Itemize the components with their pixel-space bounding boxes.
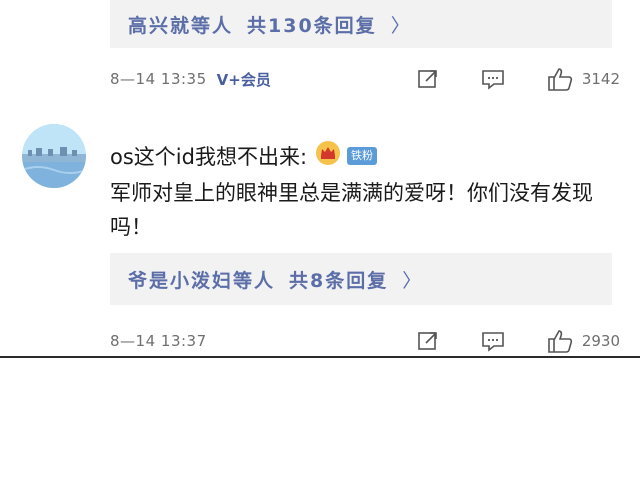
share-icon[interactable] — [416, 67, 440, 91]
share-icon[interactable] — [416, 329, 440, 353]
avatar[interactable] — [22, 124, 86, 188]
thumbs-up-icon — [548, 68, 573, 91]
comment-icon[interactable] — [480, 329, 506, 353]
comment-author[interactable]: os这个id我想不出来: 铁粉 — [110, 140, 378, 171]
chevron-right-icon: 〉 — [390, 14, 412, 37]
reply-summary-link[interactable]: 爷是小泼妇等人 共8条回复 〉 — [110, 253, 612, 305]
like-count: 2930 — [581, 332, 620, 350]
username: os这个id我想不出来: — [110, 144, 308, 169]
replier-names: 爷是小泼妇等人 — [128, 269, 276, 292]
comment-actions: 3142 — [376, 64, 620, 94]
section-divider — [0, 356, 640, 358]
like-button[interactable]: 3142 — [546, 66, 620, 92]
comment-actions: 2930 — [376, 326, 620, 356]
reply-count: 共8条回复 — [289, 269, 389, 292]
vip-badge: V+会员 — [216, 70, 271, 89]
timestamp: 8—14 13:37 — [110, 332, 207, 350]
comment-meta-row: 8—14 13:35 V+会员 3142 — [110, 64, 620, 94]
chevron-right-icon: 〉 — [402, 269, 424, 292]
timestamp: 8—14 13:35 — [110, 70, 207, 88]
like-button[interactable]: 2930 — [546, 328, 620, 354]
comment-panel: 高兴就等人 共130条回复 〉 8—14 13:35 V+会员 3142 os这… — [0, 0, 640, 356]
replier-names: 高兴就等人 — [128, 14, 234, 37]
reply-summary-link[interactable]: 高兴就等人 共130条回复 〉 — [110, 0, 612, 48]
comment-text: 军师对皇上的眼神里总是满满的爱呀！你们没有发现吗！ — [110, 181, 593, 239]
reply-count: 共130条回复 — [247, 14, 377, 37]
crown-icon — [315, 140, 341, 171]
fan-badge: 铁粉 — [347, 146, 378, 165]
comment-meta-row: 8—14 13:37 2930 — [110, 326, 620, 356]
thumbs-up-icon — [548, 330, 573, 353]
like-count: 3142 — [581, 70, 620, 88]
comment-icon[interactable] — [480, 67, 506, 91]
